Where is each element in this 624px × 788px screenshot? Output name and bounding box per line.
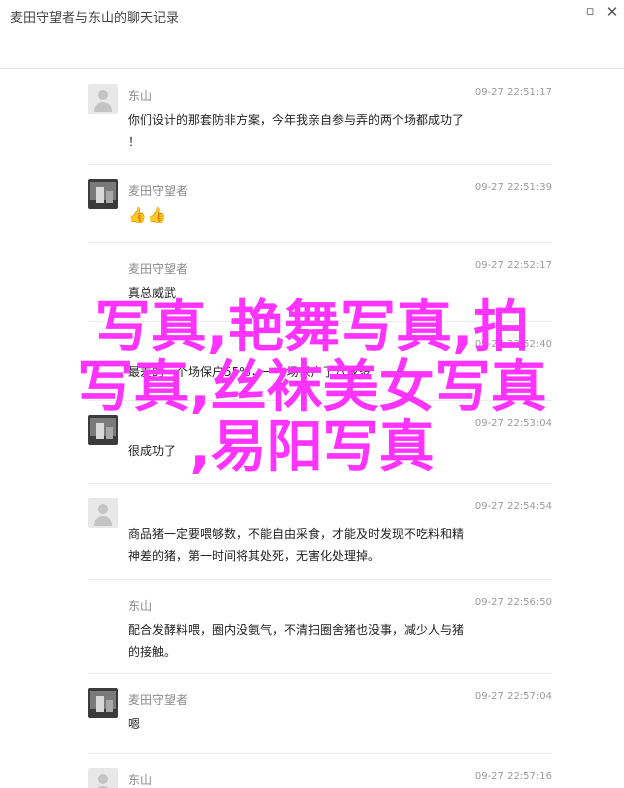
window-titlebar: 麦田守望者与东山的聊天记录 ▫ ✕: [0, 0, 624, 69]
message-time: 09-27 22:52:17: [474, 260, 552, 271]
divider: [88, 321, 552, 322]
sender-name: 麦田守望者: [128, 262, 189, 276]
message-text[interactable]: 嗯: [128, 713, 528, 735]
message-time: 09-27 22:57:04: [474, 691, 552, 702]
close-icon[interactable]: ✕: [604, 4, 620, 20]
sender-name: 东山: [128, 599, 153, 613]
avatar[interactable]: [88, 498, 118, 528]
message-time: 09-27 22:52:40: [474, 339, 552, 350]
message-text[interactable]: 真总威武: [128, 282, 528, 304]
sender-name: 麦田守望者: [128, 184, 189, 198]
message-time: 09-27 22:51:39: [474, 182, 552, 193]
message-time: 09-27 22:57:16: [474, 771, 552, 782]
divider: [88, 483, 552, 484]
avatar[interactable]: [88, 179, 118, 209]
avatar[interactable]: [88, 415, 118, 445]
message-text[interactable]: 配合发酵料喂，圈内没氨气，不清扫圈舍猪也没事，减少人与猪 的接触。: [128, 619, 528, 663]
message-text[interactable]: 商品猪一定要喂够数，不能自由采食，才能及时发现不吃料和精 神差的猪，第一时间将其…: [128, 523, 528, 567]
divider: [88, 400, 552, 401]
avatar[interactable]: [88, 84, 118, 114]
message-time: 09-27 22:56:50: [474, 597, 552, 608]
avatar[interactable]: [88, 688, 118, 718]
thumbs-up-icon[interactable]: 👍👍: [128, 204, 528, 226]
minimize-icon[interactable]: ▫: [582, 4, 598, 20]
message-time: 09-27 22:51:17: [474, 87, 552, 98]
divider: [88, 579, 552, 580]
message-time: 09-27 22:54:54: [474, 501, 552, 512]
message-text[interactable]: 你们设计的那套防非方案，今年我亲自参与弄的两个场都成功了 ！: [128, 109, 528, 153]
divider: [88, 673, 552, 674]
sender-name: 东山: [128, 773, 153, 787]
message-list: 东山 09-27 22:51:17 你们设计的那套防非方案，今年我亲自参与弄的两…: [0, 68, 624, 788]
message-text[interactable]: 很成功了: [128, 440, 528, 462]
divider: [88, 242, 552, 243]
window-title: 麦田守望者与东山的聊天记录: [10, 11, 180, 26]
sender-name: 东山: [128, 89, 153, 103]
message-text[interactable]: 最差的一个场保户55%，一个场保户了八成多: [128, 361, 528, 383]
divider: [88, 164, 552, 165]
sender-name: 麦田守望者: [128, 693, 189, 707]
avatar[interactable]: [88, 768, 118, 788]
message-time: 09-27 22:53:04: [474, 418, 552, 429]
divider: [88, 753, 552, 754]
